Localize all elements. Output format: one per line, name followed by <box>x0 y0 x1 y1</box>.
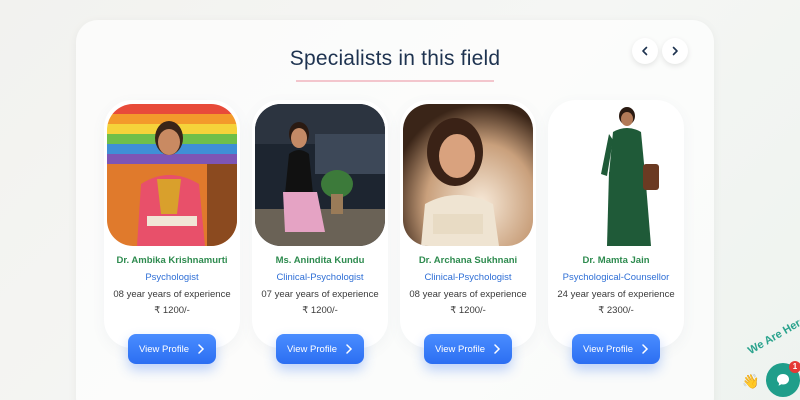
carousel-next-button[interactable] <box>662 38 688 64</box>
carousel-prev-button[interactable] <box>632 38 658 64</box>
view-profile-label: View Profile <box>435 343 485 355</box>
specialist-name: Dr. Mamta Jain <box>582 255 650 266</box>
chevron-right-icon <box>198 344 205 354</box>
specialist-card: Dr. Mamta Jain Psychological-Counsellor … <box>548 100 684 348</box>
specialist-fee: ₹ 1200/- <box>450 305 486 316</box>
notification-badge: 1 <box>789 361 800 373</box>
view-profile-label: View Profile <box>287 343 337 355</box>
specialist-role: Clinical-Psychologist <box>276 272 364 283</box>
view-profile-label: View Profile <box>583 343 633 355</box>
specialist-experience: 24 year years of experience <box>557 289 675 300</box>
specialist-role: Clinical-Psychologist <box>424 272 512 283</box>
section-title: Specialists in this field <box>289 47 501 70</box>
view-profile-button[interactable]: View Profile <box>276 334 364 364</box>
view-profile-button[interactable]: View Profile <box>572 334 660 364</box>
view-profile-label: View Profile <box>139 343 189 355</box>
chevron-right-icon <box>672 46 678 56</box>
title-underline <box>296 80 494 82</box>
specialist-name: Dr. Archana Sukhnani <box>418 255 518 266</box>
specialist-experience: 07 year years of experience <box>261 289 379 300</box>
specialist-card: Ms. Anindita Kundu Clinical-Psychologist… <box>252 100 388 348</box>
specialist-card: Dr. Ambika Krishnamurti Psychologist 08 … <box>104 100 240 348</box>
specialist-name: Dr. Ambika Krishnamurti <box>116 255 228 266</box>
chevron-left-icon <box>642 46 648 56</box>
specialist-photo <box>107 104 237 246</box>
specialist-fee: ₹ 1200/- <box>154 305 190 316</box>
specialist-role: Psychological-Counsellor <box>562 272 670 283</box>
specialist-fee: ₹ 2300/- <box>598 305 634 316</box>
specialist-experience: 08 year years of experience <box>113 289 231 300</box>
specialist-photo <box>551 104 681 246</box>
specialist-photo <box>403 104 533 246</box>
view-profile-button[interactable]: View Profile <box>128 334 216 364</box>
chat-widget[interactable]: We Are Here 👋 1 <box>742 314 800 400</box>
specialist-experience: 08 year years of experience <box>409 289 527 300</box>
title-wrap: Specialists in this field <box>76 47 714 75</box>
specialist-name: Ms. Anindita Kundu <box>275 255 365 266</box>
chat-widget-text: We Are Here <box>746 314 800 357</box>
specialist-fee: ₹ 1200/- <box>302 305 338 316</box>
specialist-photo <box>255 104 385 246</box>
view-profile-button[interactable]: View Profile <box>424 334 512 364</box>
chevron-right-icon <box>642 344 649 354</box>
chevron-right-icon <box>494 344 501 354</box>
specialist-role: Psychologist <box>145 272 199 283</box>
chat-bubble-icon <box>777 374 789 386</box>
waving-hand-icon: 👋 <box>742 373 760 389</box>
chevron-right-icon <box>346 344 353 354</box>
specialist-card: Dr. Archana Sukhnani Clinical-Psychologi… <box>400 100 536 348</box>
